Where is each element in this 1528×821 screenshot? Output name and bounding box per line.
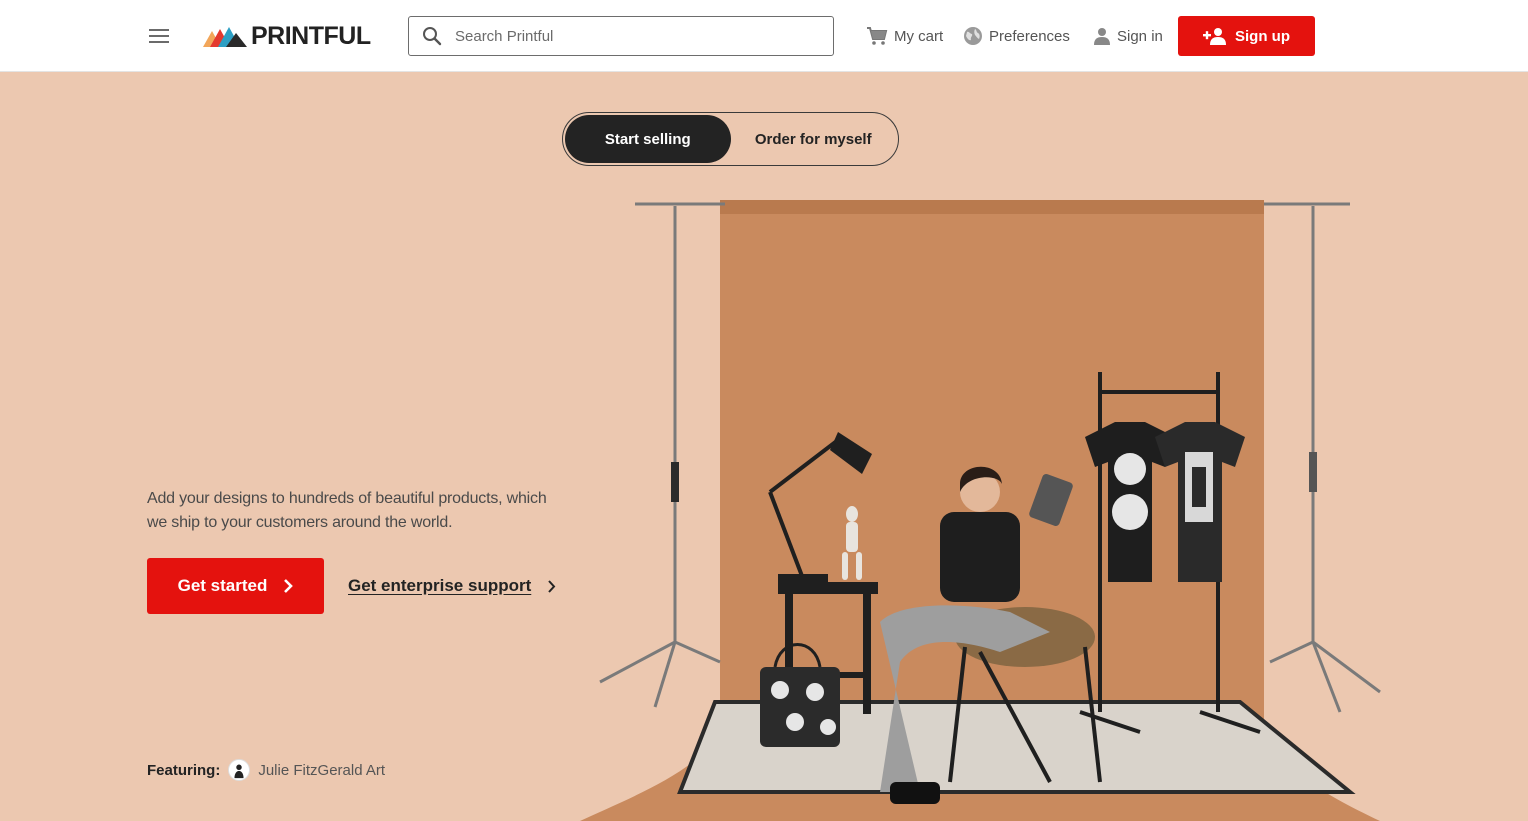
featuring-label: Featuring: [147,761,221,779]
get-started-label: Get started [177,576,268,595]
featuring-artist-name[interactable]: Julie FitzGerald Art [258,762,385,779]
hamburger-menu-button[interactable] [145,24,173,48]
featuring-credit: Featuring: Julie FitzGerald Art [147,758,385,782]
top-navigation: PRINTFUL My cart Preferences [0,0,1528,72]
artist-avatar [228,759,251,781]
hamburger-icon [149,35,169,37]
hero-description: Add your designs to hundreds of beautifu… [147,490,547,531]
user-icon [1094,28,1110,45]
preferences-link[interactable]: Preferences [963,24,1070,48]
brand-name: PRINTFUL [251,21,371,50]
hamburger-icon [149,41,169,43]
sign-up-label: Sign up [1235,27,1290,45]
search-input[interactable] [455,27,815,45]
cart-icon [867,27,888,45]
my-cart-link[interactable]: My cart [866,24,943,48]
hero-studio-image [580,200,1381,821]
search-icon [409,17,455,55]
toggle-order-for-myself[interactable]: Order for myself [731,115,897,163]
my-cart-label: My cart [894,27,944,45]
enterprise-support-label: Get enterprise support [348,576,532,595]
hero-section: Start selling Order for myself Add your … [0,72,1528,821]
logo-mountains-icon [203,27,247,47]
search-box[interactable] [408,16,834,56]
sign-in-link[interactable]: Sign in [1093,24,1163,48]
light-stand-right [1264,202,1381,713]
audience-toggle[interactable]: Start selling Order for myself [562,112,899,166]
add-user-icon [1203,28,1226,45]
printful-logo[interactable]: PRINTFUL [203,22,371,50]
light-stand-left [599,202,725,708]
enterprise-support-link[interactable]: Get enterprise support [348,574,556,598]
globe-icon [964,27,982,45]
backdrop-roll [720,200,1264,214]
hamburger-icon [149,29,169,31]
chevron-right-icon [284,579,294,593]
preferences-label: Preferences [989,27,1070,45]
toggle-start-selling[interactable]: Start selling [565,115,731,163]
sign-up-button[interactable]: Sign up [1178,16,1315,56]
chevron-right-icon [548,579,556,593]
get-started-button[interactable]: Get started [147,558,324,614]
sign-in-label: Sign in [1117,27,1163,45]
